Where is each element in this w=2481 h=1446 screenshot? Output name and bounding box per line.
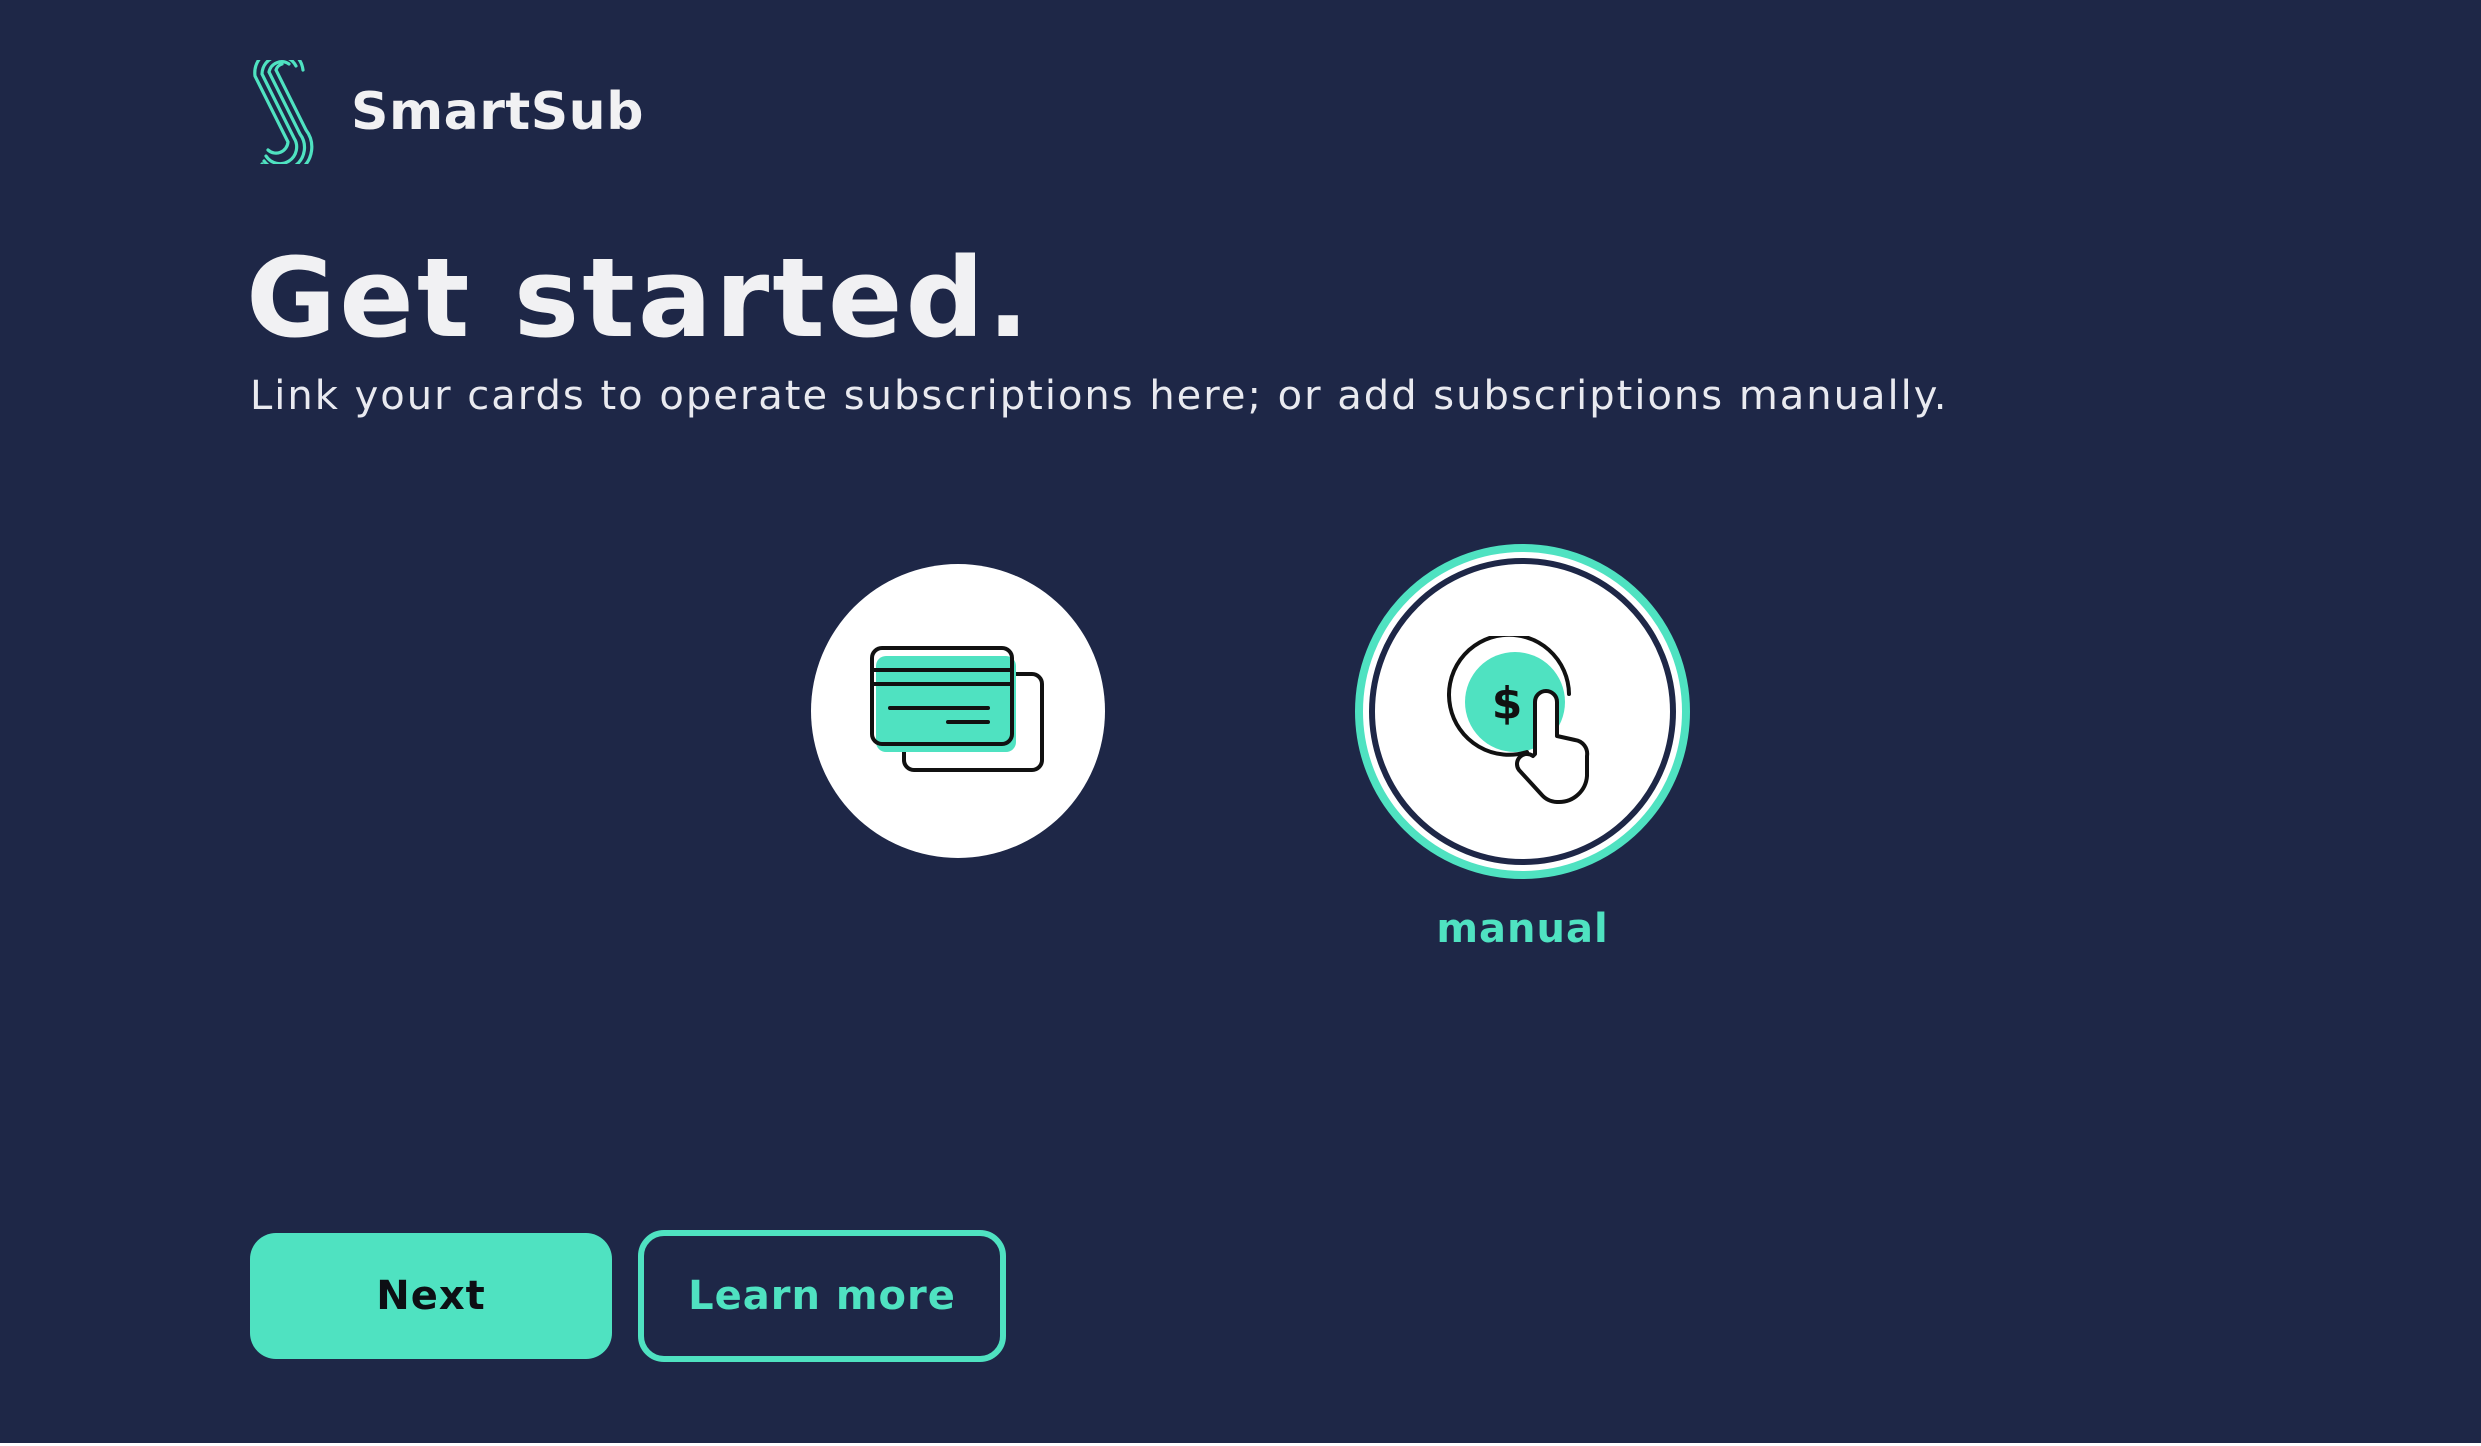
svg-text:$: $ xyxy=(1492,678,1523,729)
learn-more-button[interactable]: Learn more xyxy=(638,1230,1006,1362)
option-card-circle[interactable] xyxy=(811,564,1105,858)
option-manual-circle[interactable]: $ xyxy=(1355,544,1690,879)
brand-name: SmartSub xyxy=(351,82,644,142)
onboarding-screen: SmartSub Get started. Link your cards to… xyxy=(0,0,2481,1443)
credit-cards-icon xyxy=(870,646,1044,772)
option-manual[interactable]: $ manual xyxy=(1355,544,1690,952)
page-subtitle: Link your cards to operate subscriptions… xyxy=(250,373,1949,419)
next-button[interactable]: Next xyxy=(250,1233,612,1359)
manual-payment-hand-icon: $ xyxy=(1447,636,1590,805)
smartsub-logo-icon xyxy=(253,60,314,164)
option-link-cards[interactable] xyxy=(811,564,1105,858)
logo: SmartSub xyxy=(248,60,644,164)
option-manual-label: manual xyxy=(1436,906,1609,952)
page-title: Get started. xyxy=(246,234,1033,362)
